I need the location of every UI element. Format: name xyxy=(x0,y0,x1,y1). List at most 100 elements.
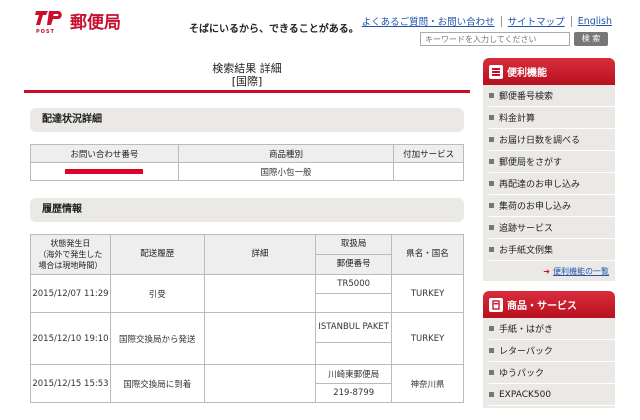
convenience-more-link[interactable]: 便利機能の一覧 xyxy=(553,267,609,276)
col-postal-code: 郵便番号 xyxy=(315,254,393,275)
region-cell: 神奈川県 xyxy=(391,364,464,403)
faq-link[interactable]: よくあるご質問・お問い合わせ xyxy=(362,14,495,28)
postal-cell: 219-8799 xyxy=(315,383,393,403)
table-row: 国際小包一般 xyxy=(30,162,464,181)
sidebar-item-label: お手紙文例集 xyxy=(499,246,554,256)
bullet-icon xyxy=(489,247,494,252)
history-cell: 国際交換局から発送 xyxy=(109,312,205,365)
sidebar-item-letters[interactable]: 手紙・はがき xyxy=(489,318,615,340)
table-row: 2015/12/15 15:53 国際交換局に到着 川崎東郵便局 神奈川県 xyxy=(30,364,464,403)
sidebar-item-pickup[interactable]: 集荷のお申し込み xyxy=(489,195,615,217)
bullet-icon xyxy=(489,370,494,375)
products-header: 商品・サービス xyxy=(483,291,615,318)
tagline: そばにいるから、できることがある。 xyxy=(189,24,359,35)
col-detail: 詳細 xyxy=(203,234,317,275)
col-office: 取扱局 xyxy=(315,234,393,255)
divider xyxy=(500,15,502,27)
bullet-icon xyxy=(489,181,494,186)
bullet-icon xyxy=(489,392,494,397)
sidebar-item-label: 郵便局をさがす xyxy=(499,158,563,168)
sidebar-item-label: 料金計算 xyxy=(499,114,536,124)
search-input[interactable] xyxy=(420,32,570,46)
sidebar-item-expack[interactable]: EXPACK500 xyxy=(489,384,615,406)
page-title-line1: 検索結果 詳細 xyxy=(212,62,282,75)
sidebar-item-label: 集荷のお申し込み xyxy=(499,202,572,212)
history-heading: 履歴情報 xyxy=(30,198,464,222)
sidebar-item-label: お届け日数を調べる xyxy=(499,136,581,146)
sidebar-item-label: 手紙・はがき xyxy=(499,325,554,335)
detail-cell xyxy=(203,364,317,403)
sidebar-item-label: 郵便番号検索 xyxy=(499,92,554,102)
sidebar-item-delivery-days[interactable]: お届け日数を調べる xyxy=(489,129,615,151)
sidebar-item-label: 再配達のお申し込み xyxy=(499,180,581,190)
bullet-icon xyxy=(489,203,494,208)
additional-service-cell xyxy=(393,162,464,181)
mailbox-icon xyxy=(489,297,503,312)
office-cell: ISTANBUL PAKET xyxy=(315,312,393,343)
convenience-title: 便利機能 xyxy=(507,68,547,79)
bullet-icon xyxy=(489,115,494,120)
bullet-icon xyxy=(489,348,494,353)
search-button[interactable]: 検 索 xyxy=(574,32,608,46)
bullet-icon xyxy=(489,225,494,230)
sidebar-item-yupack[interactable]: ゆうパック xyxy=(489,362,615,384)
sidebar-item-letterpack[interactable]: レターパック xyxy=(489,340,615,362)
delivery-status-table: お問い合わせ番号 商品種別 付加サービス 国際小包一般 xyxy=(30,144,464,181)
bullet-icon xyxy=(489,137,494,142)
convenience-header: 便利機能 xyxy=(483,58,615,85)
tools-icon xyxy=(489,64,503,79)
col-date: 状態発生日 （海外で発生した 場合は現地時間） xyxy=(30,234,111,275)
sidebar-item-label: ゆうパック xyxy=(499,369,545,379)
office-cell: TR5000 xyxy=(315,274,393,294)
redacted-tracking-number xyxy=(65,168,144,174)
arrow-right-icon: ➜ xyxy=(543,267,550,276)
products-list: 手紙・はがき レターパック ゆうパック EXPACK500 xyxy=(483,318,615,408)
sidebar-item-find-office[interactable]: 郵便局をさがす xyxy=(489,151,615,173)
history-cell: 引受 xyxy=(109,274,205,313)
sitemap-link[interactable]: サイトマップ xyxy=(508,14,565,28)
sidebar-item-label: EXPACK500 xyxy=(499,389,552,400)
convenience-list: 郵便番号検索 料金計算 お届け日数を調べる 郵便局をさがす 再配達のお申し込み … xyxy=(483,85,615,263)
bullet-icon xyxy=(489,93,494,98)
bullet-icon xyxy=(489,326,494,331)
bullet-icon xyxy=(489,159,494,164)
header-links: よくあるご質問・お問い合わせ サイトマップ English xyxy=(362,14,612,28)
sidebar: 便利機能 郵便番号検索 料金計算 お届け日数を調べる 郵便局をさがす 再配達のお… xyxy=(483,58,615,408)
history-table: 状態発生日 （海外で発生した 場合は現地時間） 配送履歴 詳細 取扱局 県名・国… xyxy=(30,234,464,403)
col-history: 配送履歴 xyxy=(109,234,205,275)
date-cell: 2015/12/15 15:53 xyxy=(30,364,111,403)
sidebar-item-label: レターパック xyxy=(499,347,553,357)
col-tracking-number: お問い合わせ番号 xyxy=(30,144,179,163)
sidebar-item-redelivery[interactable]: 再配達のお申し込み xyxy=(489,173,615,195)
english-link[interactable]: English xyxy=(578,16,612,27)
products-title: 商品・サービス xyxy=(507,301,577,312)
date-cell: 2015/12/07 11:29 xyxy=(30,274,111,313)
product-type-cell: 国際小包一般 xyxy=(177,162,395,181)
sidebar-item-label: 追跡サービス xyxy=(499,224,554,234)
postal-cell xyxy=(315,342,393,365)
logo-post-text: POST xyxy=(36,29,55,35)
divider xyxy=(570,15,572,27)
col-product-type: 商品種別 xyxy=(177,144,395,163)
delivery-status-heading: 配達状況詳細 xyxy=(30,108,464,132)
office-cell: 川崎東郵便局 xyxy=(315,364,393,384)
table-row: 2015/12/10 19:10 国際交換局から発送 ISTANBUL PAKE… xyxy=(30,312,464,365)
sidebar-item-rate-calc[interactable]: 料金計算 xyxy=(489,107,615,129)
page-title-line2: [国際] xyxy=(231,75,263,88)
sidebar-item-letter-samples[interactable]: お手紙文例集 xyxy=(489,239,615,261)
logo-name[interactable]: 郵便局 xyxy=(70,8,121,33)
jp-post-logo-icon[interactable] xyxy=(34,9,64,27)
table-row: 2015/12/07 11:29 引受 TR5000 TURKEY xyxy=(30,274,464,313)
col-additional-service: 付加サービス xyxy=(393,144,464,163)
col-region: 県名・国名 xyxy=(391,234,464,275)
sidebar-item-postal-search[interactable]: 郵便番号検索 xyxy=(489,85,615,107)
region-cell: TURKEY xyxy=(391,312,464,365)
title-rule xyxy=(24,90,470,93)
page-title: 検索結果 詳細 [国際] xyxy=(24,62,470,88)
detail-cell xyxy=(203,312,317,365)
tracking-number-cell xyxy=(30,162,179,181)
postal-cell xyxy=(315,293,393,313)
detail-cell xyxy=(203,274,317,313)
sidebar-item-tracking[interactable]: 追跡サービス xyxy=(489,217,615,239)
